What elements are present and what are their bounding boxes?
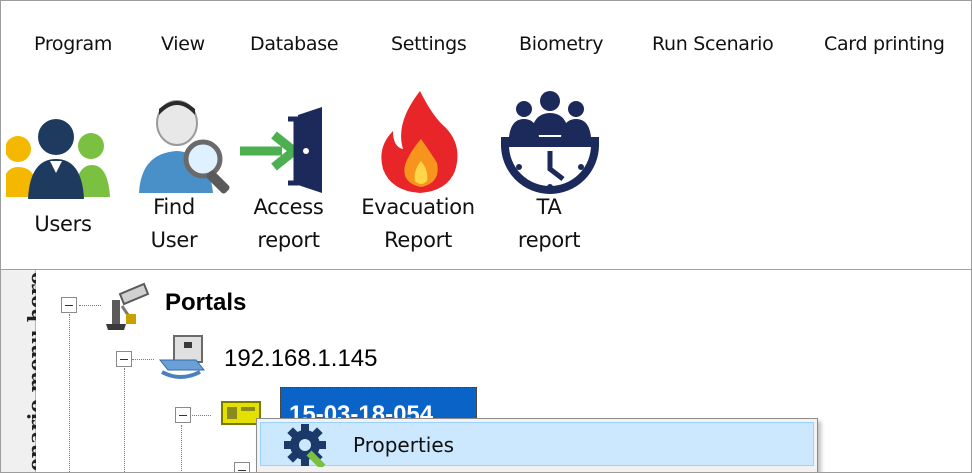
ta-report-button-label: TA report — [517, 195, 581, 252]
tree-connector — [181, 425, 182, 472]
users-button[interactable]: Users — [1, 81, 126, 269]
context-menu: Properties — [256, 418, 818, 472]
tree-connector — [69, 314, 70, 472]
reader-device-icon — [221, 401, 261, 425]
evacuation-fire-icon — [381, 91, 458, 193]
context-menu-properties[interactable]: Properties — [260, 422, 814, 467]
application-window: Program View Database Settings Biometry … — [0, 0, 972, 473]
find-user-button[interactable]: Find User — [129, 81, 230, 269]
evacuation-report-button[interactable]: Evacuation Report — [353, 81, 483, 269]
subnode-expand-toggle[interactable] — [234, 462, 250, 472]
ta-report-button[interactable]: TA report — [495, 81, 605, 269]
tree-node-controller[interactable]: 192.168.1.145 — [224, 345, 377, 373]
find-user-button-label: Find User — [150, 195, 198, 252]
menu-database[interactable]: Database — [250, 33, 339, 55]
access-report-button-label: Access report — [253, 195, 324, 252]
menu-biometry[interactable]: Biometry — [519, 33, 604, 55]
menu-view[interactable]: View — [161, 33, 205, 55]
tree-connector — [132, 359, 154, 360]
access-report-button[interactable]: Access report — [236, 81, 341, 269]
menu-settings[interactable]: Settings — [391, 33, 467, 55]
evacuation-report-button-label: Evacuation Report — [361, 195, 475, 252]
menu-card-printing[interactable]: Card printing — [824, 33, 945, 55]
ta-report-clock-icon — [501, 91, 599, 194]
tree-node-portals[interactable]: Portals — [165, 289, 246, 317]
controller-collapse-toggle[interactable] — [116, 351, 132, 367]
tree-connector — [189, 415, 211, 416]
gear-wrench-icon — [284, 424, 326, 467]
users-button-label: Users — [34, 212, 92, 236]
portals-collapse-toggle[interactable] — [61, 297, 77, 313]
menu-run-scenario[interactable]: Run Scenario — [652, 33, 774, 55]
tree-connector — [124, 368, 125, 472]
context-menu-properties-label: Properties — [353, 433, 455, 457]
portals-camera-icon — [106, 282, 150, 330]
toolbar: Users Find User Access report Evacuation… — [1, 81, 971, 269]
reader-collapse-toggle[interactable] — [175, 407, 191, 423]
controller-device-icon — [158, 335, 206, 379]
find-user-icon — [139, 100, 230, 194]
users-icon — [6, 119, 110, 199]
access-report-icon — [240, 107, 322, 193]
tree-connector — [79, 305, 101, 306]
menu-bar: Program View Database Settings Biometry … — [1, 23, 971, 69]
menu-program[interactable]: Program — [34, 33, 112, 55]
